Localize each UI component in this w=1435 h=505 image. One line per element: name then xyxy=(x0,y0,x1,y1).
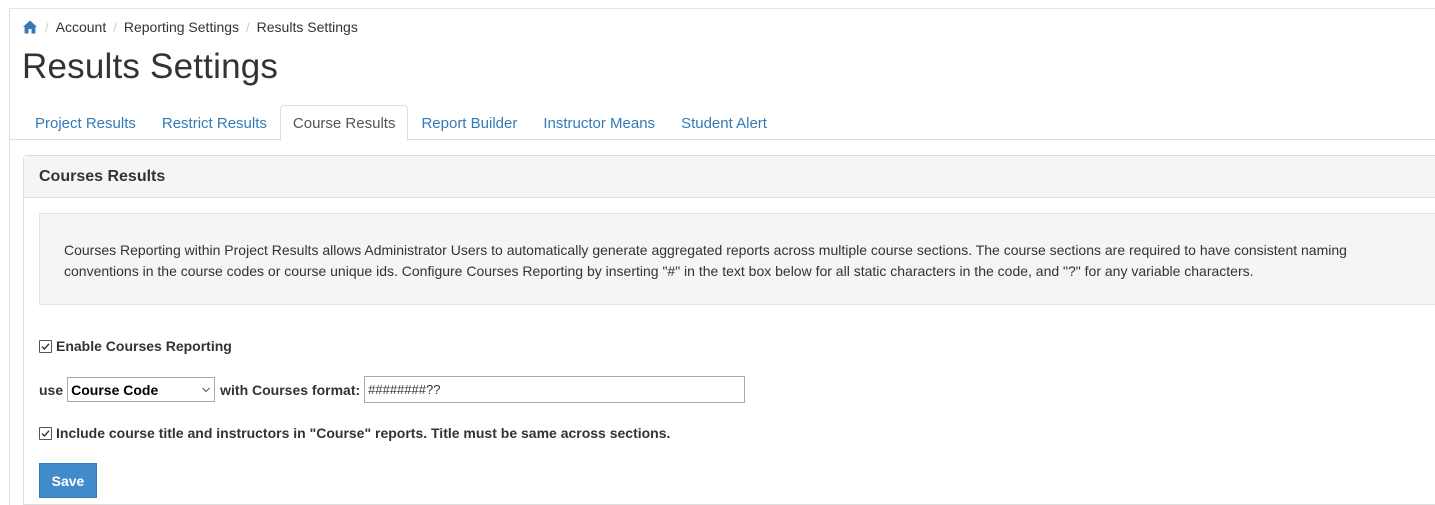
identifier-type-value: Course Code xyxy=(71,381,159,398)
include-title-row: Include course title and instructors in … xyxy=(39,425,670,441)
save-button[interactable]: Save xyxy=(39,463,97,498)
breadcrumb-item-reporting-settings[interactable]: Reporting Settings xyxy=(124,19,239,35)
tab-restrict-results[interactable]: Restrict Results xyxy=(149,105,280,140)
page-title: Results Settings xyxy=(22,47,279,86)
breadcrumb-separator: / xyxy=(246,19,250,35)
enable-courses-reporting-checkbox[interactable] xyxy=(39,339,52,353)
breadcrumb-item-account[interactable]: Account xyxy=(56,19,107,35)
home-icon[interactable] xyxy=(22,19,38,35)
tab-student-alert[interactable]: Student Alert xyxy=(668,105,780,140)
courses-format-input[interactable] xyxy=(364,376,746,403)
info-box: Courses Reporting within Project Results… xyxy=(39,213,1435,305)
identifier-type-select[interactable]: Course Code xyxy=(67,377,216,402)
courses-format-label: with Courses format: xyxy=(220,381,361,398)
tab-bar: Project Results Restrict Results Course … xyxy=(10,105,1435,141)
panel-heading: Courses Results xyxy=(24,156,1435,198)
tab-instructor-means[interactable]: Instructor Means xyxy=(530,105,668,140)
include-title-label: Include course title and instructors in … xyxy=(56,425,671,441)
breadcrumb-separator: / xyxy=(45,19,49,35)
breadcrumb-item-results-settings: Results Settings xyxy=(256,19,358,35)
breadcrumb-separator: / xyxy=(113,19,117,35)
courses-format-row: use Course Code with Courses format: xyxy=(39,376,746,403)
tab-report-builder[interactable]: Report Builder xyxy=(408,105,530,140)
page-frame: / Account / Reporting Settings / Results… xyxy=(9,8,1435,505)
chevron-down-icon xyxy=(202,387,210,392)
enable-courses-reporting-label: Enable Courses Reporting xyxy=(56,338,232,354)
use-label: use xyxy=(39,381,64,398)
include-title-checkbox[interactable] xyxy=(39,426,52,440)
breadcrumb: / Account / Reporting Settings / Results… xyxy=(22,19,358,35)
tab-course-results[interactable]: Course Results xyxy=(279,105,409,141)
checkmark-icon xyxy=(41,342,50,350)
enable-courses-reporting-row: Enable Courses Reporting xyxy=(39,338,232,354)
tab-project-results[interactable]: Project Results xyxy=(22,105,149,140)
info-text: Courses Reporting within Project Results… xyxy=(64,242,1347,279)
courses-results-panel: Courses Results Courses Reporting within… xyxy=(23,155,1435,505)
checkmark-icon xyxy=(41,429,50,437)
